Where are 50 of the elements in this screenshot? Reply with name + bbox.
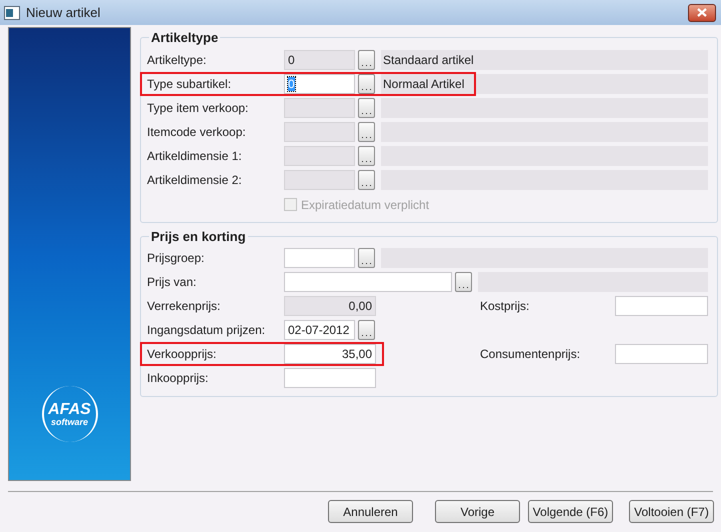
checkbox-label: Expiratiedatum verplicht — [301, 196, 430, 214]
code-field[interactable] — [284, 98, 355, 118]
field-label: Ingangsdatum prijzen: — [147, 322, 266, 339]
field-label: Artikeldimensie 1: — [147, 148, 243, 164]
code-field[interactable] — [284, 122, 355, 142]
browse-button[interactable] — [358, 122, 375, 142]
window-icon — [4, 6, 20, 20]
code-field[interactable] — [284, 248, 355, 268]
field-label: Type subartikel: — [147, 76, 232, 92]
dialog-button[interactable]: Annuleren — [328, 500, 413, 523]
field-label: Consumentenprijs: — [480, 346, 582, 363]
input-field[interactable] — [284, 272, 452, 292]
field-label: Artikeltype: — [147, 52, 208, 68]
dialog-button[interactable]: Voltooien (F7) — [629, 500, 714, 523]
amount-field[interactable] — [615, 344, 708, 364]
description-field: Standaard artikel — [381, 50, 708, 70]
field-label: Artikeldimensie 2: — [147, 172, 243, 188]
field-label: Prijs van: — [147, 274, 198, 291]
browse-button[interactable] — [358, 98, 375, 118]
field-label: Verrekenprijs: — [147, 298, 222, 315]
date-field[interactable]: 02-07-2012 — [284, 320, 355, 340]
close-icon — [697, 8, 707, 17]
field-label: Prijsgroep: — [147, 250, 206, 267]
amount-field[interactable]: 0,00 — [284, 296, 376, 316]
browse-button[interactable] — [358, 74, 375, 94]
field-label: Verkoopprijs: — [147, 346, 218, 363]
amount-field[interactable]: 35,00 — [284, 344, 376, 364]
group-title: Prijs en korting — [150, 228, 247, 246]
window-title: Nieuw artikel — [26, 4, 100, 22]
browse-button[interactable] — [358, 248, 375, 268]
brand-logo: AFAS software — [42, 386, 98, 442]
browse-button[interactable] — [358, 50, 375, 70]
field-label: Inkoopprijs: — [147, 370, 210, 387]
group-title: Artikeltype — [150, 29, 220, 47]
field-label: Itemcode verkoop: — [147, 124, 247, 140]
amount-field[interactable] — [284, 368, 376, 388]
dialog-button[interactable]: Vorige — [435, 500, 520, 523]
close-button[interactable] — [688, 4, 716, 22]
code-field[interactable]: 0 — [284, 50, 355, 70]
field-label: Type item verkoop: — [147, 100, 250, 116]
browse-button[interactable] — [358, 146, 375, 166]
code-field[interactable] — [284, 170, 355, 190]
field-label: Kostprijs: — [480, 298, 530, 315]
code-field[interactable] — [284, 146, 355, 166]
browse-button[interactable] — [455, 272, 472, 292]
browse-button[interactable] — [358, 170, 375, 190]
amount-field[interactable] — [615, 296, 708, 316]
description-field: Normaal Artikel — [381, 74, 708, 94]
browse-button[interactable] — [358, 320, 375, 340]
dialog-button[interactable]: Volgende (F6) — [528, 500, 613, 523]
